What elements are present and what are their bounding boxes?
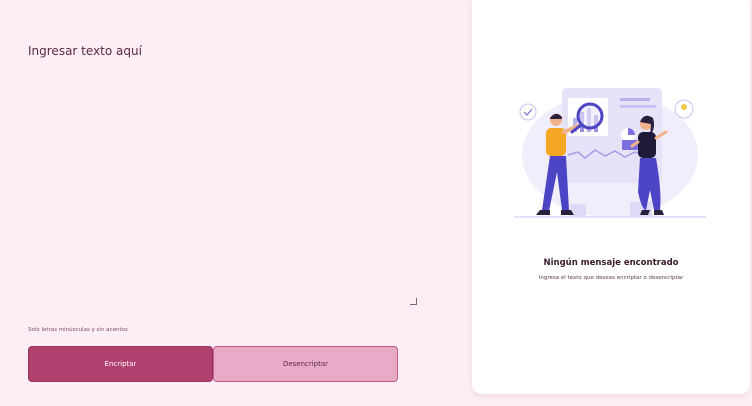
input-hint: Solo letras minúsculas y sin acentos [28,327,128,333]
search-analytics-illustration [514,88,706,218]
input-panel: Solo letras minúsculas y sin acentos Enc… [0,0,468,406]
text-input[interactable] [26,38,418,306]
empty-state-title: Ningún mensaje encontrado [543,258,679,268]
resize-handle[interactable] [410,298,417,305]
encrypt-button[interactable]: Encriptar [28,346,213,382]
output-card: Ningún mensaje encontrado Ingresa el tex… [472,0,750,394]
decrypt-button[interactable]: Desencriptar [213,346,398,382]
empty-state-subtitle: Ingresa el texto que deseas encriptar o … [538,275,684,281]
check-bubble [519,103,537,121]
woman-torso [638,132,656,158]
